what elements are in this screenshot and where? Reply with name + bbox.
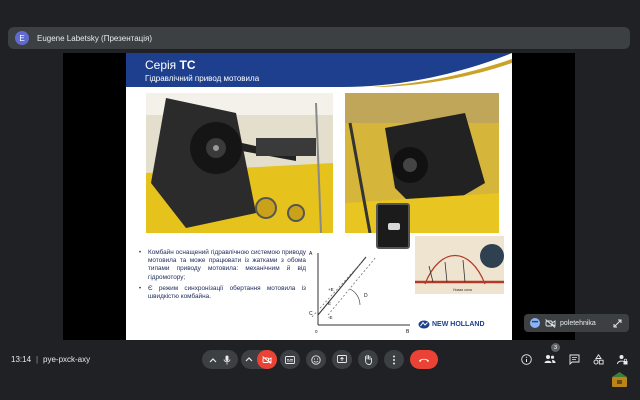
present-screen-icon: [337, 355, 347, 363]
raise-hand-icon: [365, 354, 372, 365]
camera-off-icon: [545, 319, 556, 328]
meeting-info-separator: |: [36, 355, 39, 364]
chat-icon: [569, 354, 579, 365]
info-icon: [520, 353, 532, 365]
meeting-code: pye-pxck-axy: [43, 355, 91, 364]
camera-off-icon: [262, 355, 272, 364]
meeting-details-button[interactable]: [519, 352, 533, 366]
graph-label-plus-e: +E: [328, 287, 334, 292]
app-logo-icon: [612, 372, 627, 387]
slide-header: Серія TC Гідравлічний привод мотовила: [126, 53, 512, 87]
graph-label-zero: 0: [315, 329, 318, 334]
presenter-avatar: E: [15, 31, 29, 45]
present-screen-button[interactable]: [332, 350, 352, 369]
self-view-tile[interactable]: ••• poletehnika: [524, 314, 629, 332]
reel-speed-graph: A B C D E +E -E 0: [309, 251, 410, 335]
graph-label-c: C: [309, 311, 313, 317]
reel-diagram-image: Новая сила: [415, 236, 504, 294]
captions-button[interactable]: [280, 350, 300, 369]
graph-label-d: D: [364, 293, 368, 299]
hydro-motor-inset-photo: [376, 203, 410, 249]
new-holland-logo: NEW HOLLAND: [418, 320, 485, 329]
more-vertical-icon: [393, 355, 395, 364]
activities-icon: [593, 353, 604, 364]
graph-label-e: E: [328, 301, 331, 306]
bullet-item: • Є режим синхронізації обертання мотовил…: [139, 284, 306, 301]
reactions-button[interactable]: [306, 350, 326, 369]
activities-button[interactable]: [591, 352, 605, 366]
camera-control[interactable]: [241, 350, 277, 369]
bullet-item: • Комбайн оснащений гідравлічною системою…: [139, 249, 306, 281]
graph-label-b: B: [406, 329, 410, 335]
graph-label-minus-e: -E: [328, 315, 333, 320]
leave-call-button[interactable]: [410, 350, 438, 369]
presentation-slide: Серія TC Гідравлічний привод мотовила • …: [126, 53, 512, 340]
chat-button[interactable]: [567, 352, 581, 366]
meeting-time: 13:14: [11, 355, 32, 364]
more-options-button[interactable]: [384, 350, 404, 369]
chevron-up-icon[interactable]: [209, 357, 217, 363]
slide-title: Серія TC: [145, 58, 196, 72]
slide-subtitle: Гідравлічний привод мотовила: [145, 74, 260, 83]
people-icon: [544, 355, 556, 363]
end-call-icon: [419, 358, 429, 361]
presenter-chip[interactable]: E Eugene Labetsky (Презентація): [8, 27, 630, 49]
diagram-caption: Новая сила: [453, 288, 472, 292]
expand-icon[interactable]: [613, 319, 622, 328]
graph-label-a: A: [309, 251, 313, 257]
self-view-name: poletehnika: [560, 319, 596, 327]
emoji-icon: [311, 354, 321, 365]
participants-count-badge: 3: [551, 343, 560, 352]
header-wave-decoration: [342, 53, 512, 87]
shared-screen: Серія TC Гідравлічний привод мотовила • …: [63, 53, 575, 340]
microphone-icon[interactable]: [223, 355, 231, 365]
closed-captions-icon: [285, 355, 295, 364]
people-button[interactable]: [543, 352, 557, 366]
chevron-up-icon[interactable]: [245, 356, 253, 362]
slide-bullet-list: • Комбайн оснащений гідравлічною системою…: [138, 249, 306, 304]
raise-hand-button[interactable]: [358, 350, 378, 369]
reel-drive-photo-right: [345, 93, 499, 233]
presenter-name: Eugene Labetsky (Презентація): [37, 33, 153, 43]
reel-drive-photo-left: [146, 93, 333, 233]
camera-off-button[interactable]: [257, 350, 277, 369]
audio-level-icon: •••: [530, 318, 540, 328]
new-holland-leaf-icon: [418, 320, 430, 329]
microphone-control[interactable]: [202, 350, 238, 369]
host-controls-button[interactable]: [615, 352, 629, 366]
lock-person-icon: [616, 354, 627, 364]
